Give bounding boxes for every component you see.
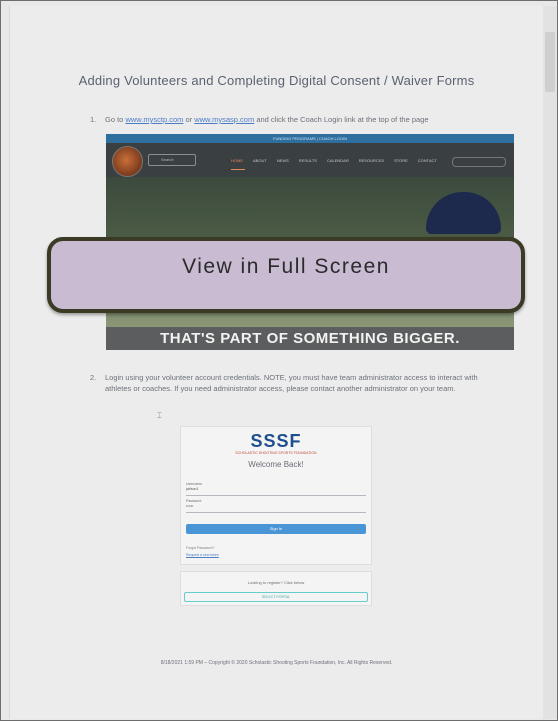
site-menu-item: STORE	[394, 158, 408, 163]
step-2: 2. Login using your volunteer account cr…	[90, 372, 500, 408]
site-menu: HOME ABOUT NEWS RESULTS CALENDAR RESOURCES STO…	[231, 158, 447, 163]
cursor-icon: ⌶	[157, 411, 162, 420]
step-2-text: Login using your volunteer account crede…	[105, 373, 478, 393]
view-full-screen-button[interactable]: View in Full Screen	[47, 237, 525, 313]
password-label: Password	[186, 499, 202, 503]
mysctp-link[interactable]: www.mysctp.com	[125, 115, 183, 124]
register-box: Looking to register? Click below SELECT …	[180, 571, 372, 606]
forgot-password-text: Forgot Password?	[186, 546, 215, 550]
step-1-mid: or	[183, 115, 195, 124]
password-field: ••••••	[186, 504, 366, 513]
site-menu-item: ABOUT	[253, 158, 267, 163]
step-2-number: 2.	[90, 373, 97, 382]
username-label: Username	[186, 482, 203, 486]
site-menu-underline	[231, 169, 245, 170]
step-1-number: 1.	[90, 115, 97, 124]
view-full-screen-label: View in Full Screen	[182, 255, 390, 278]
request-token-link: Request a new token	[186, 553, 219, 557]
sssf-logo-subtitle: SCHOLASTIC SHOOTING SPORTS FOUNDATION	[235, 451, 317, 455]
site-search-box: Search	[148, 154, 196, 166]
register-text: Looking to register? Click below	[247, 580, 305, 585]
login-welcome: Welcome Back!	[248, 460, 304, 469]
site-slogan: THAT'S PART OF SOMETHING BIGGER.	[160, 330, 460, 347]
site-menu-item: CALENDAR	[326, 158, 349, 163]
document-page: Adding Volunteers and Completing Digital…	[9, 6, 543, 719]
site-topbar: FUNDING PROGRAMS | COACH LOGIN	[106, 134, 514, 143]
site-topbar-text: FUNDING PROGRAMS | COACH LOGIN	[273, 136, 347, 141]
sign-in-button: Sign In	[186, 524, 366, 534]
site-menu-item: NEWS	[276, 158, 289, 163]
username-field: jwilson1	[186, 487, 366, 496]
document-title: Adding Volunteers and Completing Digital…	[78, 73, 475, 88]
select-portal-button: SELECT PORTAL	[184, 592, 368, 602]
step-1-text: Go to www.mysctp.com or www.mysasp.com a…	[105, 114, 490, 125]
site-search-icon	[452, 157, 506, 167]
viewer-frame: Adding Volunteers and Completing Digital…	[0, 0, 558, 721]
scrollbar-thumb[interactable]	[545, 32, 555, 92]
site-menu-item: CONTACT	[417, 158, 437, 163]
mysasp-link[interactable]: www.mysasp.com	[194, 115, 254, 124]
site-logo-icon	[112, 146, 143, 177]
sssf-logo: SSSF	[250, 431, 302, 451]
site-menu-item: RESULTS	[298, 158, 317, 163]
step-1-pre: Go to	[105, 115, 126, 124]
step-1-post: and click the Coach Login link at the to…	[254, 115, 429, 124]
site-menu-item: HOME	[231, 158, 243, 163]
login-screenshot: SSSF SCHOLASTIC SHOOTING SPORTS FOUNDATI…	[180, 426, 372, 565]
site-nav: Search HOME ABOUT NEWS RESULTS CALENDAR RESOU…	[106, 143, 514, 177]
vertical-scrollbar[interactable]	[543, 6, 557, 719]
site-search-label: Search	[161, 157, 174, 162]
document-footer: 8/18/2021 1:59 PM – Copyright © 2020 Sch…	[160, 660, 393, 666]
site-menu-item: RESOURCES	[358, 158, 385, 163]
